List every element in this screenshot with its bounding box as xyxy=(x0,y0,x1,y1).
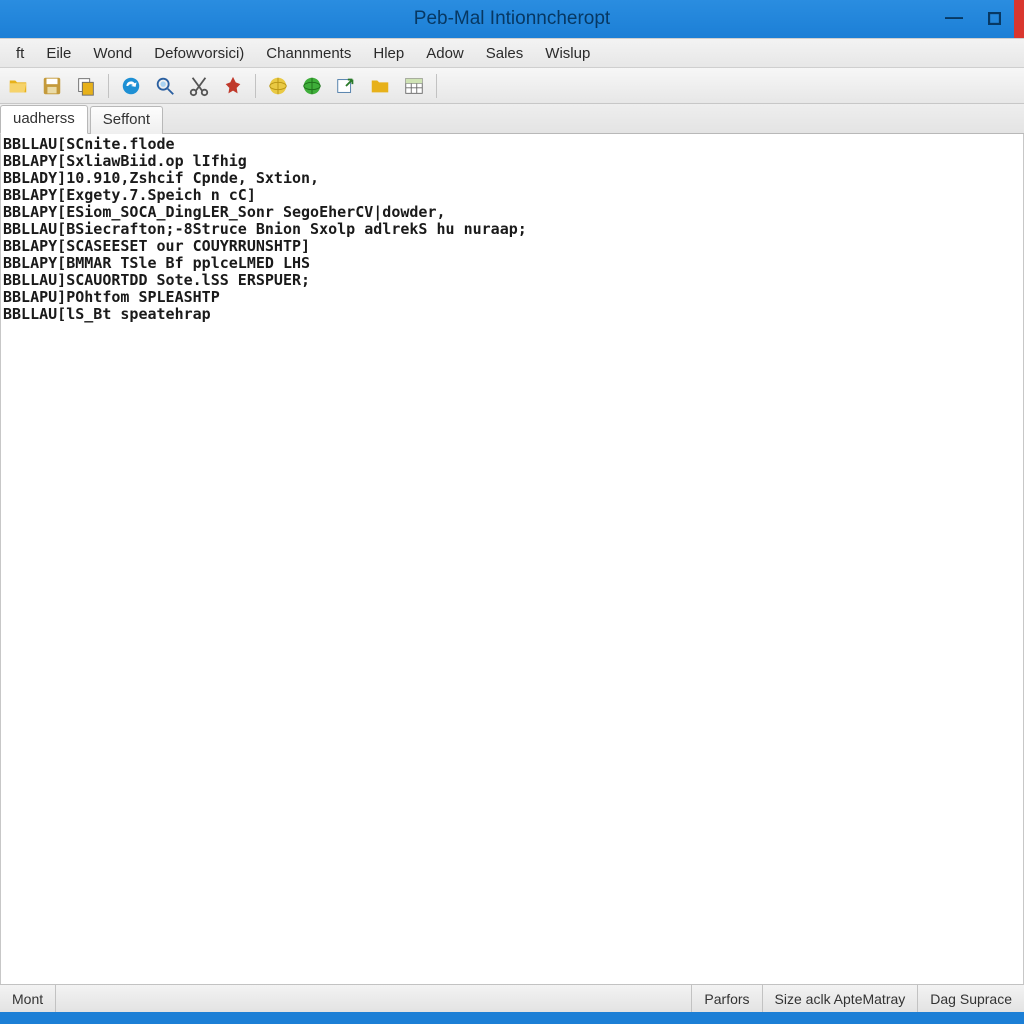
menu-item[interactable]: Defowvorsici) xyxy=(144,43,254,64)
window-controls: — xyxy=(934,0,1024,38)
refresh-icon[interactable] xyxy=(117,72,145,100)
tab-uadherss[interactable]: uadherss xyxy=(0,105,88,134)
globe-green-icon[interactable] xyxy=(298,72,326,100)
close-button[interactable] xyxy=(1014,0,1024,38)
editor[interactable]: BBLLAU[SCnite.flode BBLAPY[SxliawBiid.op… xyxy=(0,134,1024,984)
editor-line: BBLAPY[Exgety.7.Speich n cC] xyxy=(3,187,1021,204)
toolbar-separator xyxy=(436,74,437,98)
menu-item[interactable]: Hlep xyxy=(363,43,414,64)
cut-icon[interactable] xyxy=(185,72,213,100)
menu-item[interactable]: Eile xyxy=(36,43,81,64)
editor-line: BBLLAU[BSiecrafton;-8Struce Bnion Sxolp … xyxy=(3,221,1021,238)
editor-line: BBLAPY[BMMAR TSle Bf pplceLMED LHS xyxy=(3,255,1021,272)
maximize-button[interactable] xyxy=(974,0,1014,38)
menu-item[interactable]: Adow xyxy=(416,43,474,64)
copy-icon[interactable] xyxy=(72,72,100,100)
editor-line: BBLADY]10.910,Zshcif Cpnde, Sxtion, xyxy=(3,170,1021,187)
folder-icon[interactable] xyxy=(366,72,394,100)
save-icon[interactable] xyxy=(38,72,66,100)
statusbar: Mont Parfors Size aclk ApteMatray Dag Su… xyxy=(0,984,1024,1012)
table-icon[interactable] xyxy=(400,72,428,100)
status-panel: Size aclk ApteMatray xyxy=(762,985,918,1012)
minimize-icon: — xyxy=(945,7,963,28)
menu-item[interactable]: Wond xyxy=(83,43,142,64)
editor-line: BBLAPU]POhtfom SPLEASHTP xyxy=(3,289,1021,306)
editor-line: BBLAPY[SCASEESET our COUYRRUNSHTP] xyxy=(3,238,1021,255)
editor-line: BBLLAU[SCnite.flode xyxy=(3,136,1021,153)
export-icon[interactable] xyxy=(332,72,360,100)
pin-icon[interactable] xyxy=(219,72,247,100)
status-panel: Parfors xyxy=(691,985,761,1012)
editor-line: BBLAPY[SxliawBiid.op lIfhig xyxy=(3,153,1021,170)
toolbar-separator xyxy=(108,74,109,98)
menu-item[interactable]: Channments xyxy=(256,43,361,64)
window-border-bottom xyxy=(0,1012,1024,1024)
toolbar xyxy=(0,68,1024,104)
status-panel-left: Mont xyxy=(0,985,56,1012)
maximize-icon xyxy=(988,9,1001,30)
editor-line: BBLLAU]SCAUORTDD Sote.lSS ERSPUER; xyxy=(3,272,1021,289)
menu-item[interactable]: Sales xyxy=(476,43,534,64)
menubar: ft Eile Wond Defowvorsici) Channments Hl… xyxy=(0,38,1024,68)
globe-yellow-icon[interactable] xyxy=(264,72,292,100)
editor-line: BBLLAU[lS_Bt speatehrap xyxy=(3,306,1021,323)
toolbar-separator xyxy=(255,74,256,98)
menu-item[interactable]: ft xyxy=(6,43,34,64)
status-panel: Dag Suprace xyxy=(917,985,1024,1012)
tab-seffont[interactable]: Seffont xyxy=(90,106,163,134)
folder-open-icon[interactable] xyxy=(4,72,32,100)
tabstrip: uadherss Seffont xyxy=(0,104,1024,134)
menu-item[interactable]: Wislup xyxy=(535,43,600,64)
search-icon[interactable] xyxy=(151,72,179,100)
minimize-button[interactable]: — xyxy=(934,0,974,38)
window-title: Peb-Mal Intionncheropt xyxy=(414,8,610,30)
titlebar: Peb-Mal Intionncheropt — xyxy=(0,0,1024,38)
editor-line: BBLAPY[ESiom_SOCA_DingLER_Sonr SegoEherC… xyxy=(3,204,1021,221)
